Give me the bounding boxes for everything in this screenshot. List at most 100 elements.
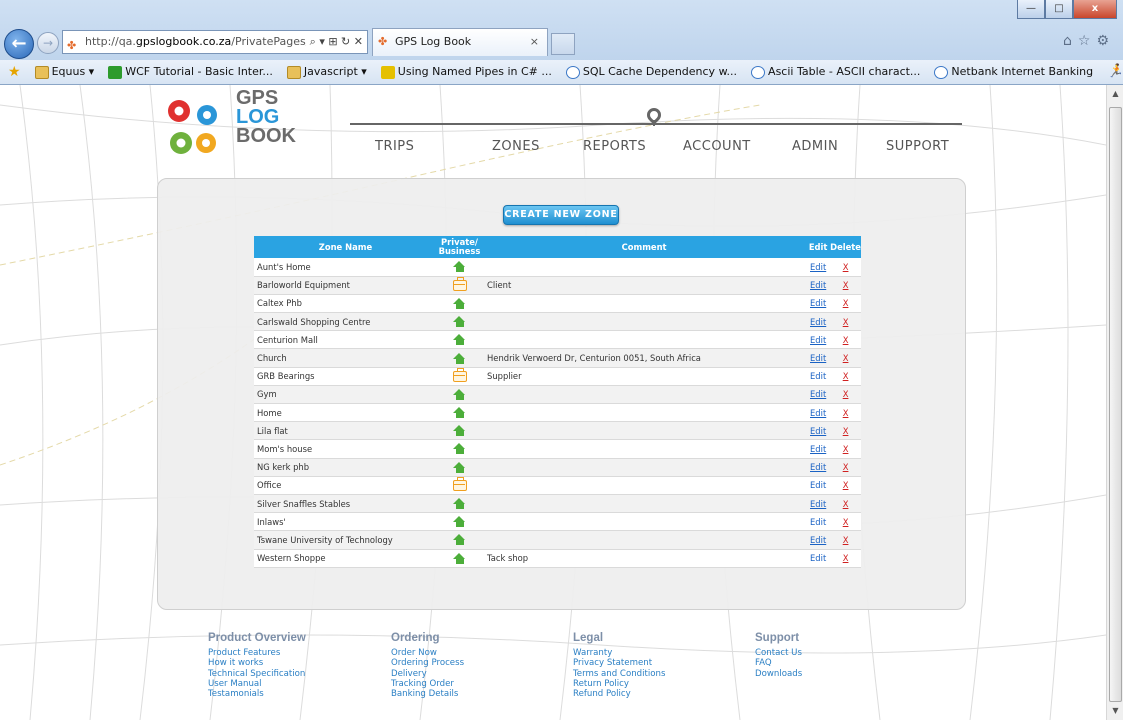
footer-link[interactable]: Downloads — [755, 669, 802, 679]
favorite-item[interactable]: Javascript ▾ — [286, 60, 367, 84]
footer-link[interactable]: Terms and Conditions — [573, 669, 665, 679]
footer-link[interactable]: Tracking Order — [391, 679, 464, 689]
create-new-zone-button[interactable]: CREATE NEW ZONE — [503, 205, 619, 225]
footer-link[interactable]: Return Policy — [573, 679, 665, 689]
favorite-item[interactable]: Ascii Table - ASCII charact... — [751, 60, 920, 84]
delete-link[interactable]: X — [843, 444, 849, 454]
footer-link[interactable]: Product Features — [208, 648, 306, 658]
nav-zones[interactable]: ZONES — [492, 139, 540, 154]
favorite-item[interactable]: Netbank Internet Banking — [934, 60, 1093, 84]
edit-link[interactable]: Edit — [810, 262, 826, 272]
house-icon — [453, 316, 466, 328]
favorite-item[interactable]: WCF Tutorial - Basic Inter... — [108, 60, 273, 84]
scroll-down-icon[interactable]: ▼ — [1107, 702, 1123, 720]
address-tools-icons[interactable]: ⌕ ▾ ⊞ ↻ ✕ — [305, 31, 363, 53]
delete-cell: X — [830, 403, 861, 423]
edit-link[interactable]: Edit — [810, 408, 826, 418]
edit-link[interactable]: Edit — [810, 371, 826, 381]
delete-link[interactable]: X — [843, 317, 849, 327]
favorite-item[interactable]: SQL Cache Dependency w... — [565, 60, 737, 84]
edit-link[interactable]: Edit — [810, 353, 826, 363]
delete-link[interactable]: X — [843, 280, 849, 290]
delete-link[interactable]: X — [843, 371, 849, 381]
footer-link[interactable]: Order Now — [391, 648, 464, 658]
nav-support[interactable]: SUPPORT — [886, 139, 949, 154]
delete-link[interactable]: X — [843, 335, 849, 345]
edit-link[interactable]: Edit — [810, 444, 826, 454]
footer-link[interactable]: Technical Specification — [208, 669, 306, 679]
delete-link[interactable]: X — [843, 389, 849, 399]
zone-type — [437, 494, 482, 514]
vertical-scrollbar[interactable]: ▲ ▼ — [1106, 85, 1123, 720]
scroll-thumb[interactable] — [1109, 107, 1122, 702]
footer-link[interactable]: Refund Policy — [573, 689, 665, 699]
edit-link[interactable]: Edit — [810, 517, 826, 527]
zone-comment — [482, 494, 807, 514]
delete-link[interactable]: X — [843, 535, 849, 545]
edit-link[interactable]: Edit — [810, 462, 826, 472]
delete-link[interactable]: X — [843, 298, 849, 308]
footer-link[interactable]: FAQ — [755, 658, 802, 668]
delete-link[interactable]: X — [843, 262, 849, 272]
edit-link[interactable]: Edit — [810, 298, 826, 308]
nav-account[interactable]: ACCOUNT — [683, 139, 751, 154]
footer-link[interactable]: Ordering Process — [391, 658, 464, 668]
footer-link[interactable]: Contact Us — [755, 648, 802, 658]
edit-link[interactable]: Edit — [810, 426, 826, 436]
tab-favicon-icon: ✤ — [378, 35, 388, 48]
close-window-button[interactable]: x — [1073, 0, 1117, 19]
edit-cell: Edit — [806, 312, 831, 332]
edit-cell: Edit — [806, 439, 831, 459]
minimize-button[interactable]: — — [1017, 0, 1045, 19]
address-bar[interactable]: ✤ http://qa.gpslogbook.co.za/PrivatePage… — [62, 30, 368, 54]
back-button[interactable]: ← — [4, 29, 34, 59]
zones-table: Zone Name Private/Business Comment Edit … — [254, 236, 861, 568]
tab-gps-log-book[interactable]: ✤ GPS Log Book × — [372, 28, 548, 56]
footer-link[interactable]: User Manual — [208, 679, 306, 689]
nav-trips[interactable]: TRIPS — [375, 139, 414, 154]
delete-link[interactable]: X — [843, 462, 849, 472]
footer-link[interactable]: Testamonials — [208, 689, 306, 699]
forward-button[interactable]: → — [37, 32, 59, 54]
table-row: Western Shoppe Tack shop Edit X — [254, 549, 861, 568]
favorite-item[interactable]: Equus ▾ — [34, 60, 94, 84]
delete-link[interactable]: X — [843, 426, 849, 436]
delete-cell: X — [830, 276, 861, 295]
footer-link[interactable]: How it works — [208, 658, 306, 668]
edit-link[interactable]: Edit — [810, 317, 826, 327]
footer-link[interactable]: Warranty — [573, 648, 665, 658]
favorite-item[interactable]: Using Named Pipes in C# ... — [380, 60, 552, 84]
home-favorites-tools-icons[interactable]: ⌂☆⚙ — [1063, 33, 1115, 49]
scroll-up-icon[interactable]: ▲ — [1107, 85, 1123, 103]
delete-link[interactable]: X — [843, 499, 849, 509]
favorite-item[interactable]: 🏃http--www.runmyroute — [1107, 60, 1123, 84]
maximize-button[interactable]: □ — [1045, 0, 1073, 19]
table-row: Mom's house Edit X — [254, 439, 861, 459]
edit-link[interactable]: Edit — [810, 280, 826, 290]
edit-link[interactable]: Edit — [810, 499, 826, 509]
zone-name: Office — [254, 476, 437, 495]
zone-comment — [482, 385, 807, 405]
edit-link[interactable]: Edit — [810, 553, 826, 563]
zone-comment — [482, 512, 807, 532]
delete-link[interactable]: X — [843, 408, 849, 418]
tab-title: GPS Log Book — [395, 35, 472, 48]
footer-link[interactable]: Banking Details — [391, 689, 464, 699]
footer-link[interactable]: Privacy Statement — [573, 658, 665, 668]
edit-link[interactable]: Edit — [810, 535, 826, 545]
edit-link[interactable]: Edit — [810, 389, 826, 399]
delete-link[interactable]: X — [843, 553, 849, 563]
favorites-star-icon[interactable]: ★ — [8, 60, 21, 84]
footer-link[interactable]: Delivery — [391, 669, 464, 679]
nav-admin[interactable]: ADMIN — [792, 139, 838, 154]
delete-link[interactable]: X — [843, 517, 849, 527]
edit-link[interactable]: Edit — [810, 335, 826, 345]
zone-comment: Client — [482, 276, 807, 295]
footer-heading: Ordering — [391, 632, 440, 644]
tab-close-icon[interactable]: × — [530, 29, 539, 55]
delete-link[interactable]: X — [843, 480, 849, 490]
nav-reports[interactable]: REPORTS — [583, 139, 646, 154]
delete-link[interactable]: X — [843, 353, 849, 363]
new-tab-button[interactable] — [551, 33, 575, 55]
edit-link[interactable]: Edit — [810, 480, 826, 490]
